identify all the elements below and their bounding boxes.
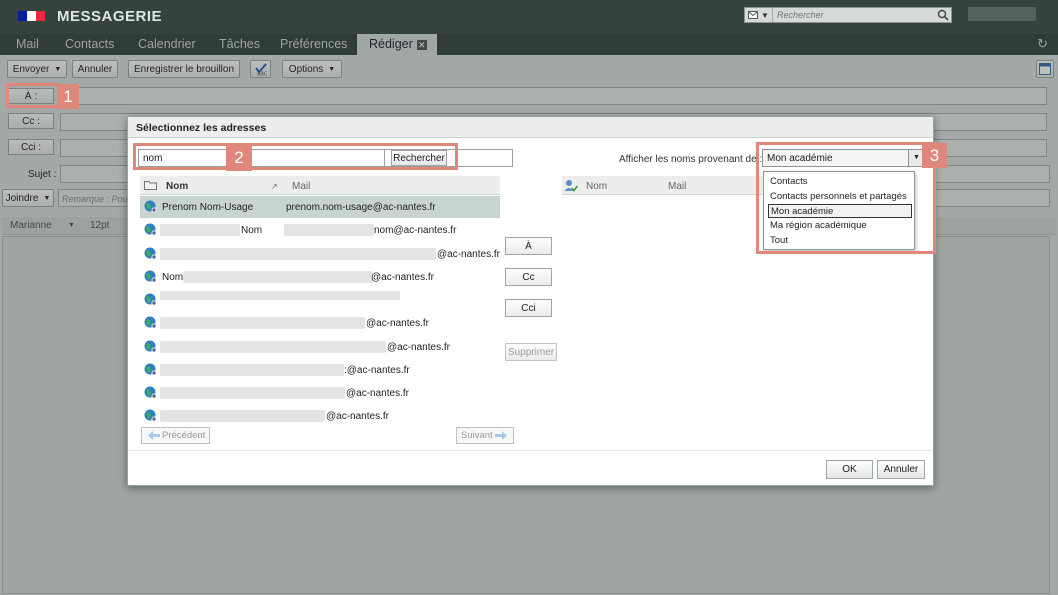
redacted-text: [160, 387, 345, 399]
dialog-footer-divider: [128, 450, 933, 451]
result-name: Nom: [241, 225, 263, 236]
column-mail[interactable]: Mail: [668, 181, 686, 192]
table-row[interactable]: Nom nom@ac-nantes.fr: [140, 219, 500, 241]
annotation-highlight-1: [6, 83, 60, 108]
result-mail: :@ac-nantes.fr: [344, 365, 410, 376]
flag-logo: [18, 11, 45, 21]
selected-header: Nom Mail: [562, 176, 762, 195]
next-label: Suivant: [461, 430, 493, 441]
globe-user-icon: [144, 223, 157, 236]
top-bar: MESSAGERIE ▼: [0, 0, 1058, 34]
redacted-text: [160, 291, 400, 300]
annotation-highlight-2: [133, 143, 458, 170]
globe-user-icon: [144, 293, 157, 306]
table-row[interactable]: @ac-nantes.fr: [140, 336, 500, 358]
table-row[interactable]: @ac-nantes.fr: [140, 312, 500, 334]
result-mail: @ac-nantes.fr: [371, 272, 434, 283]
folder-icon: [144, 181, 157, 190]
table-row[interactable]: Prenom Nom-Usage prenom.nom-usage@ac-nan…: [140, 196, 500, 218]
add-bcc-button[interactable]: Cci: [505, 299, 552, 317]
globe-user-icon: [144, 247, 157, 260]
previous-label: Précédent: [162, 430, 206, 441]
globe-user-icon: [144, 386, 157, 399]
result-name: Prenom Nom-Usage: [162, 202, 254, 213]
redacted-text: [160, 248, 436, 260]
global-search[interactable]: ▼: [744, 7, 952, 23]
redacted-text: [183, 271, 373, 283]
source-label: Afficher les noms provenant de :: [619, 154, 763, 165]
table-row[interactable]: :@ac-nantes.fr: [140, 359, 500, 381]
sort-icon: ↗: [271, 182, 278, 191]
search-scope-dropdown[interactable]: ▼: [745, 8, 773, 22]
result-mail: @ac-nantes.fr: [346, 388, 409, 399]
result-mail: @ac-nantes.fr: [326, 411, 389, 422]
redacted-text: [160, 224, 240, 236]
table-row[interactable]: [140, 289, 500, 311]
previous-page-button[interactable]: Précédent: [141, 427, 211, 444]
column-mail[interactable]: Mail: [292, 181, 310, 192]
result-mail: prenom.nom-usage@ac-nantes.fr: [286, 202, 436, 213]
globe-user-icon: [144, 200, 157, 213]
redacted-text: [160, 410, 325, 422]
globe-user-icon: [144, 340, 157, 353]
result-mail: nom@ac-nantes.fr: [374, 225, 457, 236]
redacted-text: [160, 341, 386, 353]
next-page-button[interactable]: Suivant: [456, 427, 514, 444]
globe-user-icon: [144, 363, 157, 376]
result-mail: @ac-nantes.fr: [437, 249, 500, 260]
annotation-highlight-3: [756, 142, 936, 254]
dialog-title: Sélectionnez les adresses: [128, 117, 933, 138]
annotation-badge-2: 2: [226, 144, 252, 171]
user-account[interactable]: [968, 7, 1036, 21]
globe-user-icon: [144, 409, 157, 422]
mail-icon: [748, 11, 759, 19]
remove-button[interactable]: Supprimer: [505, 343, 557, 361]
redacted-text: [160, 317, 365, 329]
app-title: MESSAGERIE: [57, 8, 163, 25]
globe-user-icon: [144, 316, 157, 329]
search-input[interactable]: [773, 10, 923, 20]
annotation-badge-1: 1: [57, 84, 79, 109]
globe-user-icon: [144, 270, 157, 283]
ok-button[interactable]: OK: [826, 460, 873, 479]
table-row[interactable]: Nom @ac-nantes.fr: [140, 266, 500, 288]
search-icon[interactable]: [937, 9, 949, 21]
arrow-left-icon: [148, 431, 160, 440]
arrow-right-icon: [494, 431, 507, 440]
result-name: Nom: [162, 272, 184, 283]
table-row[interactable]: @ac-nantes.fr: [140, 382, 500, 404]
results-header: Nom ↗ Mail: [140, 176, 500, 195]
redacted-text: [284, 224, 374, 236]
table-row[interactable]: @ac-nantes.fr: [140, 405, 500, 427]
result-mail: @ac-nantes.fr: [387, 342, 450, 353]
table-row[interactable]: @ac-nantes.fr: [140, 243, 500, 265]
add-to-button[interactable]: À: [505, 237, 552, 255]
redacted-text: [160, 364, 344, 376]
contact-check-icon: [564, 180, 578, 192]
cancel-button[interactable]: Annuler: [877, 460, 925, 479]
column-name[interactable]: Nom: [586, 181, 607, 192]
chevron-down-icon: ▼: [761, 10, 769, 20]
result-mail: @ac-nantes.fr: [366, 318, 429, 329]
column-name[interactable]: Nom: [166, 181, 188, 192]
annotation-badge-3: 3: [922, 143, 947, 168]
add-cc-button[interactable]: Cc: [505, 268, 552, 286]
